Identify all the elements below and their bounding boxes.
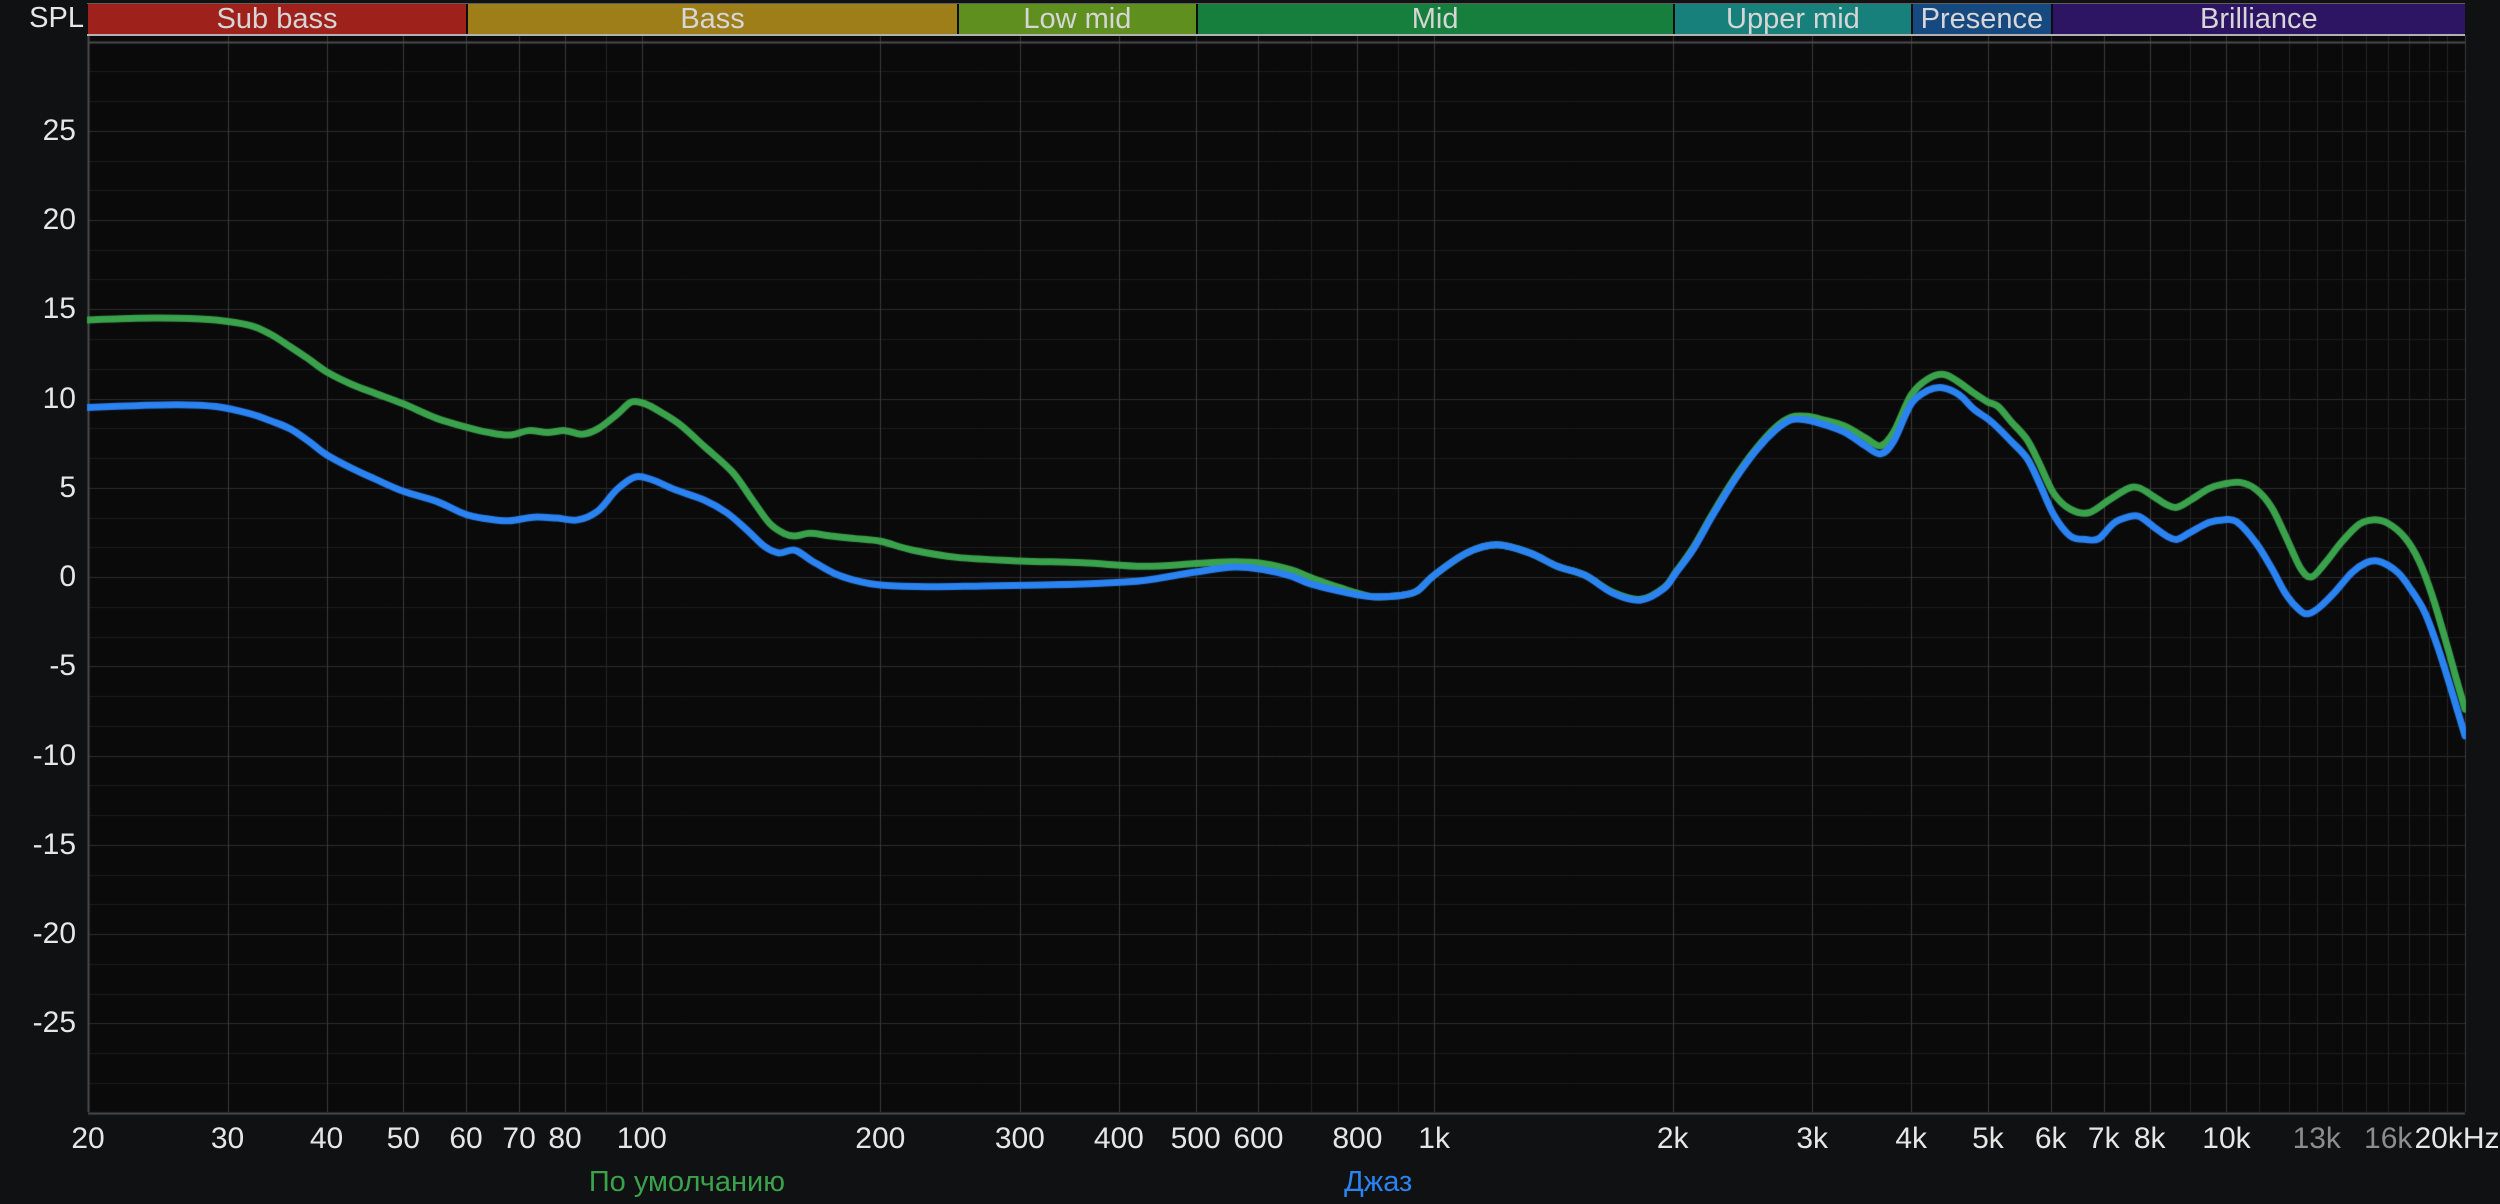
band-low-mid: Low mid — [957, 4, 1196, 34]
band-sub-bass: Sub bass — [88, 4, 466, 34]
frequency-response-plot — [0, 0, 2500, 1204]
x-tick-50: 50 — [387, 1122, 420, 1156]
band-brilliance: Brilliance — [2051, 4, 2465, 34]
x-tick-16k: 16k — [2364, 1122, 2412, 1156]
x-tick-60: 60 — [449, 1122, 482, 1156]
x-tick-70: 70 — [502, 1122, 535, 1156]
legend-по-умолчанию[interactable]: По умолчанию — [589, 1166, 785, 1198]
x-tick-200: 200 — [855, 1122, 905, 1156]
x-tick-30: 30 — [211, 1122, 244, 1156]
x-tick-5k: 5k — [1972, 1122, 2004, 1156]
x-tick-100: 100 — [617, 1122, 667, 1156]
y-tick-0: 0 — [0, 560, 76, 594]
legend-джаз[interactable]: Джаз — [1344, 1166, 1412, 1198]
x-tick-20kHz: 20kHz — [2414, 1122, 2499, 1156]
x-tick-80: 80 — [548, 1122, 581, 1156]
x-tick-3k: 3k — [1796, 1122, 1828, 1156]
y-tick--20: -20 — [0, 917, 76, 951]
x-tick-800: 800 — [1332, 1122, 1382, 1156]
x-tick-13k: 13k — [2293, 1122, 2341, 1156]
y-tick-25: 25 — [0, 114, 76, 148]
x-tick-7k: 7k — [2088, 1122, 2120, 1156]
band-presence: Presence — [1911, 4, 2051, 34]
spl-axis-title: SPL — [0, 3, 84, 33]
y-tick-5: 5 — [0, 471, 76, 505]
y-tick-10: 10 — [0, 382, 76, 416]
y-tick--25: -25 — [0, 1006, 76, 1040]
x-tick-20: 20 — [71, 1122, 104, 1156]
y-tick--15: -15 — [0, 828, 76, 862]
y-tick-15: 15 — [0, 292, 76, 326]
band-upper-mid: Upper mid — [1673, 4, 1912, 34]
x-tick-300: 300 — [995, 1122, 1045, 1156]
x-tick-40: 40 — [310, 1122, 343, 1156]
y-tick--5: -5 — [0, 649, 76, 683]
y-tick-20: 20 — [0, 203, 76, 237]
x-tick-400: 400 — [1094, 1122, 1144, 1156]
x-tick-500: 500 — [1171, 1122, 1221, 1156]
frequency-band-strip: Sub bassBassLow midMidUpper midPresenceB… — [87, 3, 2465, 36]
x-tick-2k: 2k — [1657, 1122, 1689, 1156]
x-tick-10k: 10k — [2202, 1122, 2250, 1156]
band-bass: Bass — [466, 4, 957, 34]
x-tick-1k: 1k — [1418, 1122, 1450, 1156]
x-tick-600: 600 — [1233, 1122, 1283, 1156]
band-mid: Mid — [1196, 4, 1673, 34]
x-tick-4k: 4k — [1895, 1122, 1927, 1156]
x-tick-6k: 6k — [2035, 1122, 2067, 1156]
y-tick--10: -10 — [0, 739, 76, 773]
equalizer-frequency-response-screen: { "page": {"background": "#101112", "plo… — [0, 0, 2500, 1204]
x-tick-8k: 8k — [2134, 1122, 2166, 1156]
